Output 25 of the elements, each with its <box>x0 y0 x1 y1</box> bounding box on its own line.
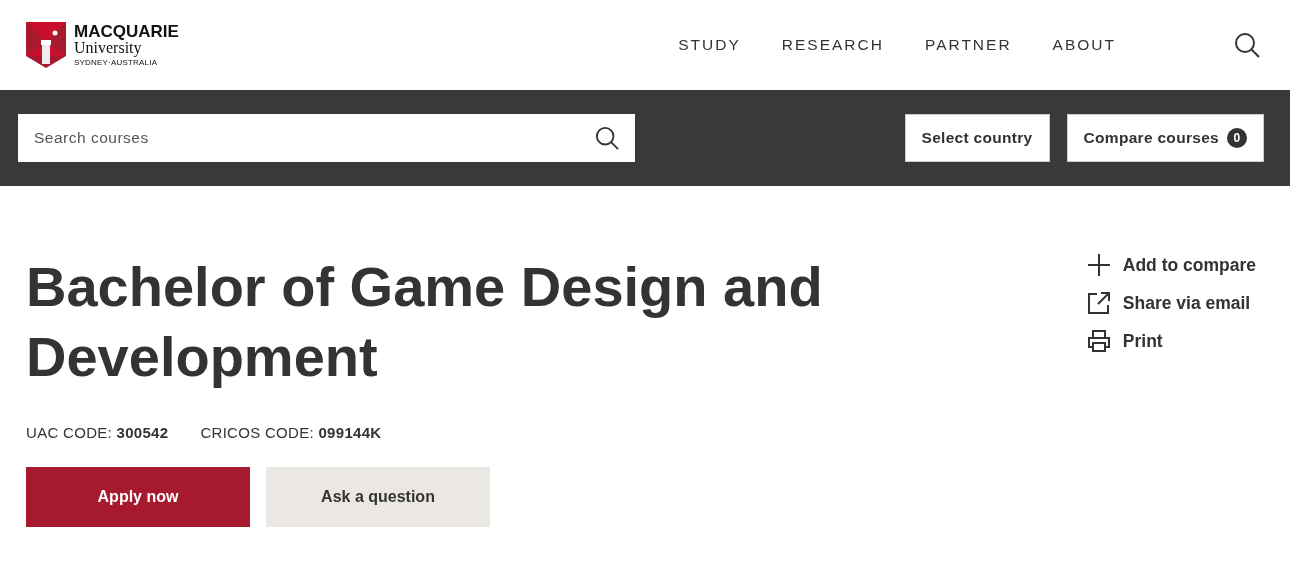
shield-logo-icon <box>26 22 66 68</box>
plus-icon <box>1086 253 1111 277</box>
nav-link[interactable]: PARTNER <box>924 36 1012 54</box>
nav-link[interactable]: ABOUT <box>1052 36 1116 54</box>
search-field[interactable]: Search courses <box>18 114 635 162</box>
logo-wordmark: MACQUARIE <box>74 23 179 40</box>
search-icon[interactable] <box>1234 32 1260 58</box>
apply-button[interactable]: Apply now <box>26 467 250 527</box>
action-link[interactable]: Print <box>1086 328 1256 354</box>
course-code: UAC CODE: 300542 <box>26 424 169 441</box>
action-link[interactable]: Share via email <box>1086 290 1256 316</box>
search-icon[interactable] <box>595 126 619 150</box>
count-badge: 0 <box>1227 128 1247 148</box>
logo-subtitle: University <box>74 40 142 56</box>
printer-icon <box>1086 329 1111 353</box>
course-code: CRICOS CODE: 099144K <box>200 424 382 441</box>
share-icon <box>1086 291 1111 315</box>
question-button[interactable]: Ask a question <box>266 467 490 527</box>
nav-link[interactable]: STUDY <box>678 36 741 54</box>
action-link[interactable]: Add to compare <box>1086 252 1256 278</box>
compare-button[interactable]: Compare courses 0 <box>1066 114 1264 162</box>
course-title: Bachelor of Game Design and Development <box>26 254 824 390</box>
logo-tagline: SYDNEY·AUSTRALIA <box>74 59 159 67</box>
nav-link[interactable]: RESEARCH <box>781 36 884 54</box>
country-button[interactable]: Select country <box>904 114 1050 162</box>
